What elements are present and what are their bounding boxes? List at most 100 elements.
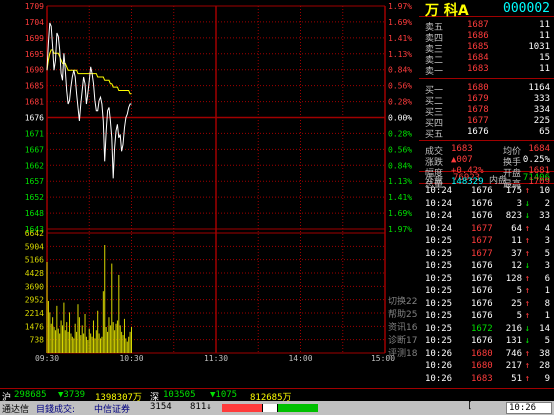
tick-direction: ↓ [524,323,530,334]
percent-axis-label: 1.13% [388,177,412,186]
tick-direction: ↑ [524,361,530,371]
bid-row: 买一 1680 1164 [419,83,554,96]
trade-mode[interactable]: 目錢成交: [36,402,75,415]
tick-direction: ↑ [524,373,530,384]
tick-volume: 11 [511,236,522,246]
percent-axis-label: 1.97% [388,225,412,234]
tick-row: 10:25 1676 25 ↑ 8 [419,299,554,310]
percent-axis-label: 1.69% [388,18,412,27]
tick-price: 1676 [471,211,493,221]
book-price: 1677 [467,116,489,126]
app-name[interactable]: 通达信 [2,402,29,415]
tick-direction: ↑ [524,236,530,246]
breadth-down [277,404,318,412]
book-volume: 11 [539,64,550,74]
tick-count: 8 [544,298,550,309]
price-axis-label: 1695 [25,50,44,59]
tick-price: 1676 [471,286,493,296]
price-axis-label: 1671 [25,129,44,138]
book-volume: 1031 [528,42,550,52]
tick-direction: ↓ [524,211,530,221]
book-volume: 11 [539,20,550,30]
percent-axis-label: 1.97% [388,2,412,11]
tick-volume: 746 [505,348,522,359]
tick-count: 3 [544,236,550,246]
price-axis-label: 1690 [25,66,44,75]
tick-direction: ↑ [524,248,530,259]
sz-change: ▼1075 [210,390,238,400]
tick-direction: ↑ [524,311,530,321]
price-axis-label: 1681 [25,98,44,107]
tick-direction: ↑ [524,273,530,284]
tick-volume: 25 [511,298,522,309]
tick-volume: 51 [511,373,522,384]
percent-axis-label: 0.56% [388,82,412,91]
ask-row: 卖一 1683 11 [419,64,554,77]
breadth-bar [222,404,318,412]
tick-time: 10:25 [425,298,453,309]
intraday-chart[interactable]: 1709 1704 1699 1695 1690 1685 1681 1676 1671 1667… [0,0,419,388]
time-axis-label: 11:30 [204,354,228,363]
tick-price: 1676 [471,198,493,209]
tick-price: 1677 [471,248,493,259]
tick-volume: 64 [511,223,522,234]
volume-axis-label: 5904 [25,242,44,251]
book-volume: 225 [533,116,550,126]
tick-row: 10:25 1676 5 ↑ 1 [419,286,554,297]
stat-value: 0.25% [522,155,550,165]
tick-row: 10:25 1676 128 ↑ 6 [419,274,554,285]
tick-count: 6 [544,273,550,284]
tick-time: 10:24 [425,198,453,209]
broker-name[interactable]: 中信证券 [94,402,130,415]
sh-change: ▼3739 [58,390,86,400]
tick-time: 10:25 [425,323,453,334]
tick-time: 10:24 [425,223,453,234]
book-label: 卖一 [425,67,444,77]
bid-row: 买二 1679 333 [419,94,554,107]
tick-row: 10:25 1677 11 ↑ 3 [419,236,554,247]
stat-row: 幅度 +0.42% 开盘 1681 [419,166,554,179]
tick-row: 10:25 1676 5 ↑ 1 [419,311,554,322]
side-menu-item[interactable]: 切换22 [388,295,417,307]
ask-row: 卖五 1687 11 [419,20,554,33]
book-divider [419,78,554,79]
tick-count: 5 [544,336,550,346]
tick-row: 10:26 1680 217 ↑ 28 [419,361,554,372]
tick-direction: ↓ [524,198,530,209]
volume-axis-label: 6642 [25,229,44,238]
ask-row: 卖二 1684 15 [419,53,554,66]
tick-row: 10:25 1676 131 ↓ 5 [419,336,554,347]
status-value-1: 3154 [150,402,172,412]
breadth-flat [263,404,278,412]
scroll-bracket[interactable]: [ [467,401,472,411]
tick-time: 10:25 [425,236,453,246]
percent-axis-label: 0.28% [388,98,412,107]
percent-axis-label: 0.84% [388,66,412,75]
time-axis-label: 14:00 [288,354,312,363]
stat-value: 1681 [528,166,550,176]
sh-index: 298685 [14,390,47,400]
ask-row: 卖三 1685 1031 [419,42,554,55]
price-axis-label: 1676 [25,114,44,123]
stat-value: 1683 [451,144,473,154]
percent-axis-label: 0.00% [388,114,412,123]
percent-axis-label: 1.41% [388,34,412,43]
volume-axis-label: 1476 [25,322,44,331]
book-price: 1683 [467,64,489,74]
book-volume: 15 [539,53,550,63]
tick-volume: 175 [505,186,522,196]
side-menu-item[interactable]: 评测18 [388,348,418,359]
price-axis-label: 1662 [25,161,44,170]
tick-row: 10:26 1683 51 ↑ 9 [419,374,554,385]
tick-price: 1683 [471,373,493,384]
percent-axis-label: 0.56% [388,145,412,154]
tick-row: 10:24 1676 3 ↓ 2 [419,199,554,210]
volume-axis-label: 4428 [25,269,44,278]
side-menu-item[interactable]: 资讯16 [388,322,418,333]
tick-volume: 131 [505,336,522,346]
price-axis-label: 1699 [25,34,44,43]
stats-divider [419,140,554,141]
side-menu-item[interactable]: 诊断17 [388,334,417,346]
tick-row: 10:25 1676 12 ↓ 3 [419,261,554,272]
side-menu-item[interactable]: 帮助25 [388,308,417,320]
